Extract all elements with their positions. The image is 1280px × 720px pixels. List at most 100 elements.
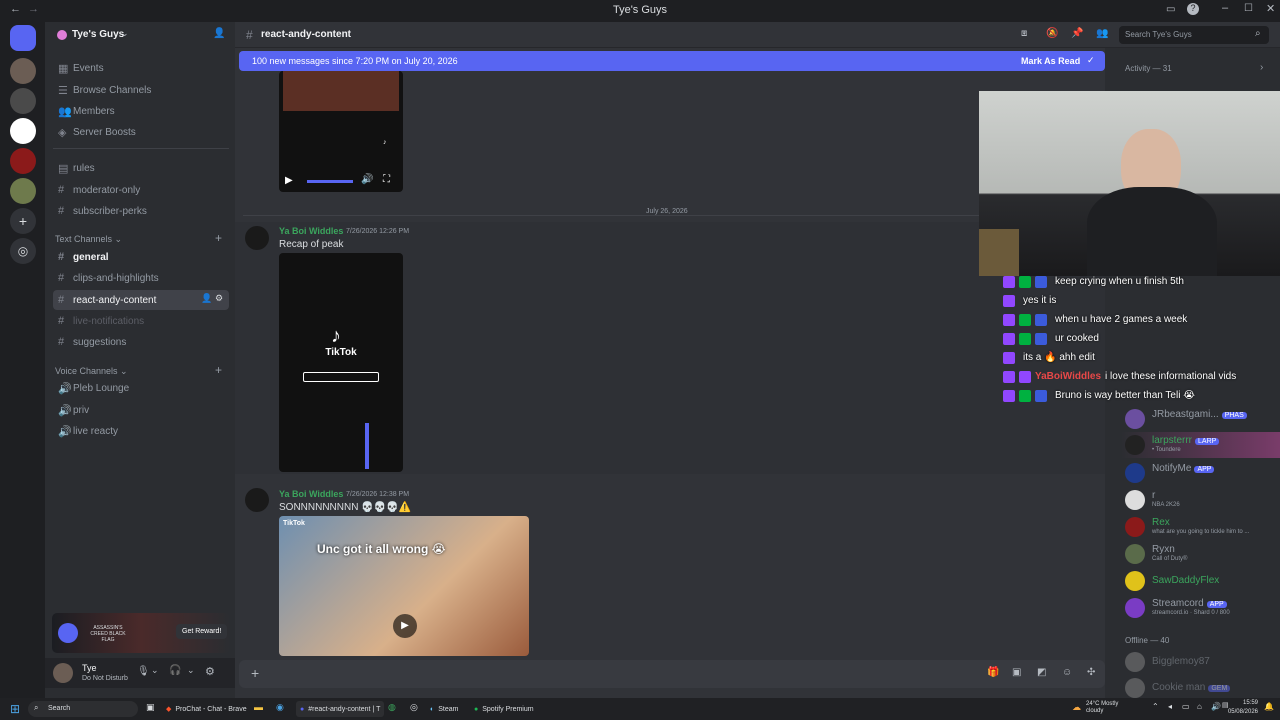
promo-banner[interactable]: ASSASSIN'S CREED BLACK FLAG Get Reward! xyxy=(52,613,230,653)
video-embed[interactable]: ♪ ▶ 🔊 ⛶ xyxy=(279,71,403,192)
app-icon[interactable]: ◎ xyxy=(410,702,418,713)
avatar[interactable] xyxy=(245,488,269,512)
chrome-icon[interactable]: ◉ xyxy=(276,702,284,713)
sidebar-item-browse-channels[interactable]: ☰ Browse Channels xyxy=(53,80,229,100)
discover-icon[interactable]: ◎ xyxy=(10,238,36,264)
channel-general[interactable]: # general xyxy=(53,247,229,267)
server-icon[interactable] xyxy=(10,118,36,144)
member-item[interactable]: r NBA 2K26 xyxy=(1121,487,1280,513)
text-channels-category[interactable]: Text Channels ⌄ xyxy=(55,234,122,245)
chevron-down-icon[interactable]: ⌄ xyxy=(187,665,195,676)
attach-plus-icon[interactable]: + xyxy=(251,665,259,681)
channel-live-notifications[interactable]: # live-notifications xyxy=(53,311,229,331)
xbox-icon[interactable]: ◍ xyxy=(388,702,396,713)
new-messages-banner[interactable]: 100 new messages since 7:20 PM on July 2… xyxy=(239,51,1105,71)
tray-icon[interactable]: ▭ xyxy=(1182,702,1190,711)
server-icon[interactable] xyxy=(10,58,36,84)
hash-icon: # xyxy=(58,272,65,284)
member-list-icon[interactable]: 👥 xyxy=(1096,28,1108,39)
member-item[interactable]: JRbeastgami... PHAS xyxy=(1121,406,1280,432)
minimize-icon[interactable]: – xyxy=(1222,2,1228,14)
emoji-icon[interactable]: ☺ xyxy=(1062,667,1072,678)
task-view-icon[interactable]: ▣ xyxy=(146,702,155,713)
voice-channel-pleb-lounge[interactable]: 🔊 Pleb Lounge xyxy=(53,378,229,398)
channel-moderator-only[interactable]: # moderator-only xyxy=(53,180,229,200)
member-item[interactable]: larpsterrr LARP • Toundere xyxy=(1121,432,1280,458)
notifications-off-icon[interactable]: 🔕 xyxy=(1046,28,1058,39)
get-reward-button[interactable]: Get Reward! xyxy=(176,624,228,639)
play-icon[interactable]: ▶ xyxy=(285,175,293,186)
mark-as-read-button[interactable]: Mark As Read xyxy=(1021,56,1080,66)
taskbar-app[interactable]: ◆ ProChat - Chat - Brave xyxy=(166,701,247,717)
channel-clips-and-highlights[interactable]: # clips-and-highlights xyxy=(53,268,229,288)
stream-chat-line: YaBoiWiddles i love these informational v… xyxy=(1003,368,1280,385)
microphone-icon[interactable]: 🎙 xyxy=(137,666,150,677)
chevron-right-icon[interactable]: › xyxy=(1260,62,1263,73)
volume-bar[interactable] xyxy=(307,180,353,183)
channel-subscriber-perks[interactable]: # subscriber-perks xyxy=(53,201,229,221)
video-embed[interactable]: TikTok Unc got it all wrong 😭 ▶ xyxy=(279,516,529,656)
close-icon[interactable]: ✕ xyxy=(1266,2,1275,15)
avatar[interactable] xyxy=(53,663,73,683)
member-item[interactable]: Ryxn Call of Duty® xyxy=(1121,541,1280,567)
sidebar-item-members[interactable]: 👥 Members xyxy=(53,101,229,121)
taskbar-search[interactable]: ⌕ Search xyxy=(28,701,138,717)
help-icon[interactable]: ? xyxy=(1187,3,1199,15)
server-icon[interactable] xyxy=(10,88,36,114)
play-icon[interactable]: ▶ xyxy=(393,614,417,638)
taskbar-app[interactable]: ● #react-andy-content | T xyxy=(296,701,385,717)
volume-icon[interactable]: 🔊 xyxy=(1211,702,1221,711)
threads-icon[interactable]: ⧆ xyxy=(1021,28,1027,39)
pin-icon[interactable]: 📌 xyxy=(1071,28,1083,39)
channel-suggestions[interactable]: # suggestions xyxy=(53,332,229,352)
gear-icon[interactable]: ⚙ xyxy=(205,665,215,678)
tray-chevron-icon[interactable]: ⌃ xyxy=(1152,702,1159,711)
fullscreen-icon[interactable]: ⛶ xyxy=(383,174,390,185)
apps-icon[interactable]: ✣ xyxy=(1087,667,1095,678)
channel-react-andy-content[interactable]: # react-andy-content 👤 ⚙ xyxy=(53,290,229,310)
network-icon[interactable]: ⌂ xyxy=(1197,702,1202,711)
notification-bell-icon[interactable]: 🔔 xyxy=(1264,702,1274,711)
guild-header[interactable]: Tye's Guys ⌄ 👤 xyxy=(45,22,235,48)
voice-channel-live-reacty[interactable]: 🔊 live reacty xyxy=(53,421,229,441)
sidebar-item-server-boosts[interactable]: ◈ Server Boosts xyxy=(53,122,229,142)
discord-home-icon[interactable] xyxy=(10,25,36,51)
member-item[interactable]: NotifyMe APP xyxy=(1121,460,1280,486)
add-channel-icon[interactable]: + xyxy=(215,231,222,245)
tray-icon[interactable]: ◂ xyxy=(1168,702,1172,711)
message-author[interactable]: Ya Boi Widdles xyxy=(279,226,343,236)
volume-icon[interactable]: 🔊 xyxy=(361,174,373,185)
gift-icon[interactable]: 🎁 xyxy=(987,667,999,678)
channel-label: suggestions xyxy=(73,336,127,348)
windows-start-icon[interactable]: ⊞ xyxy=(10,702,20,716)
member-item[interactable]: SawDaddyFlex xyxy=(1121,568,1280,594)
add-member-icon[interactable]: 👤 xyxy=(213,28,225,39)
taskbar-app[interactable]: ◐ Steam xyxy=(430,701,458,717)
channel-rules[interactable]: ▤ rules xyxy=(53,158,229,178)
chevron-down-icon[interactable]: ⌄ xyxy=(151,665,159,676)
add-channel-icon[interactable]: + xyxy=(215,363,222,377)
voice-channel-priv[interactable]: 🔊 priv xyxy=(53,400,229,420)
maximize-icon[interactable]: ☐ xyxy=(1244,3,1253,14)
video-embed[interactable]: ♪ TikTok xyxy=(279,253,403,472)
message-author[interactable]: Ya Boi Widdles xyxy=(279,489,343,499)
sticker-icon[interactable]: ◩ xyxy=(1037,667,1046,678)
inbox-icon[interactable]: ▭ xyxy=(1166,4,1175,15)
avatar[interactable] xyxy=(245,226,269,250)
server-icon[interactable] xyxy=(10,148,36,174)
gif-icon[interactable]: ▣ xyxy=(1012,667,1021,678)
add-server-icon[interactable]: + xyxy=(10,208,36,234)
voice-channels-category[interactable]: Voice Channels ⌄ xyxy=(55,366,128,377)
member-item[interactable]: Streamcord APP streamcord.io · Shard 0 / 8… xyxy=(1121,595,1280,621)
invite-icon[interactable]: 👤 xyxy=(201,293,212,304)
member-item[interactable]: Bigglemoy87 xyxy=(1121,649,1280,675)
taskbar-app[interactable]: ● Spotify Premium xyxy=(474,701,534,717)
message-composer[interactable]: + 🎁 ▣ ◩ ☺ ✣ xyxy=(239,660,1105,688)
sidebar-item-events[interactable]: ▦ Events xyxy=(53,58,229,78)
gear-icon[interactable]: ⚙ xyxy=(215,293,223,304)
search-input[interactable]: Search Tye's Guys ⌕ xyxy=(1119,26,1269,44)
file-explorer-icon[interactable]: ▬ xyxy=(254,702,263,712)
headphones-icon[interactable]: 🎧 xyxy=(169,665,181,676)
member-item[interactable]: Rex what are you going to tickle him to .… xyxy=(1121,514,1280,540)
server-icon[interactable] xyxy=(10,178,36,204)
